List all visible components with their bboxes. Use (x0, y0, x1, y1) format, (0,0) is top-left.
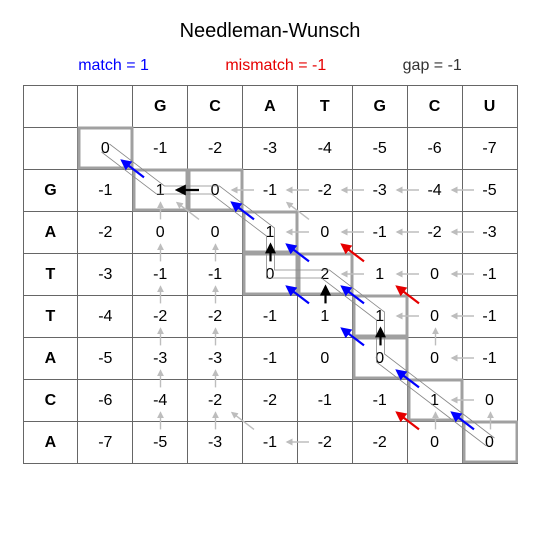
dp-cell: -1 (133, 128, 188, 170)
dp-cell: -2 (352, 422, 407, 464)
dp-cell: 1 (352, 296, 407, 338)
dp-cell: -1 (188, 254, 243, 296)
col-header: C (188, 86, 243, 128)
dp-cell: 0 (188, 170, 243, 212)
page-title: Needleman-Wunsch (20, 20, 520, 43)
dp-cell: 1 (352, 254, 407, 296)
col-header: G (133, 86, 188, 128)
dp-cell: -6 (78, 380, 133, 422)
row-header: T (23, 296, 78, 338)
dp-cell: 0 (407, 296, 462, 338)
row-header: A (23, 338, 78, 380)
dp-cell: 0 (352, 338, 407, 380)
dp-cell: -1 (243, 170, 298, 212)
row-header: A (23, 212, 78, 254)
dp-cell: -3 (188, 338, 243, 380)
dp-cell: 0 (462, 380, 517, 422)
dp-cell: -1 (352, 380, 407, 422)
row-header (23, 128, 78, 170)
legend-mismatch: mismatch = -1 (225, 57, 326, 75)
dp-cell: -5 (78, 338, 133, 380)
dp-cell: -2 (78, 212, 133, 254)
dp-cell: 0 (78, 128, 133, 170)
dp-cell: 1 (407, 380, 462, 422)
dp-cell: -2 (243, 380, 298, 422)
dp-cell: -2 (297, 170, 352, 212)
dp-cell: 0 (407, 338, 462, 380)
dp-cell: -5 (462, 170, 517, 212)
dp-cell: -3 (78, 254, 133, 296)
dp-grid-wrap: GCATGCU0-1-2-3-4-5-6-7G-110-1-2-3-4-5A-2… (23, 85, 518, 464)
dp-cell: -5 (352, 128, 407, 170)
dp-cell: -4 (78, 296, 133, 338)
dp-cell: -3 (133, 338, 188, 380)
col-header: U (462, 86, 517, 128)
dp-cell: -6 (407, 128, 462, 170)
scoring-legend: match = 1 mismatch = -1 gap = -1 (20, 57, 520, 75)
dp-cell: 1 (243, 212, 298, 254)
dp-cell: 0 (297, 212, 352, 254)
dp-cell: 1 (297, 296, 352, 338)
dp-cell: -2 (133, 296, 188, 338)
dp-cell: -1 (243, 338, 298, 380)
col-header: G (352, 86, 407, 128)
dp-cell: -2 (297, 422, 352, 464)
dp-cell: -1 (243, 422, 298, 464)
col-header (23, 86, 78, 128)
dp-cell: -3 (188, 422, 243, 464)
dp-cell: -3 (462, 212, 517, 254)
legend-gap: gap = -1 (403, 57, 462, 75)
dp-cell: 0 (133, 212, 188, 254)
dp-cell: -2 (407, 212, 462, 254)
dp-cell: 0 (188, 212, 243, 254)
row-header: A (23, 422, 78, 464)
dp-cell: -4 (407, 170, 462, 212)
dp-cell: -2 (188, 296, 243, 338)
dp-cell: -1 (133, 254, 188, 296)
dp-cell: -1 (243, 296, 298, 338)
col-header (78, 86, 133, 128)
col-header: T (297, 86, 352, 128)
dp-cell: -1 (297, 380, 352, 422)
dp-cell: -2 (188, 380, 243, 422)
legend-match: match = 1 (78, 57, 149, 75)
dp-cell: 0 (297, 338, 352, 380)
dp-cell: -1 (78, 170, 133, 212)
dp-cell: -3 (352, 170, 407, 212)
dp-cell: -4 (133, 380, 188, 422)
dp-cell: 0 (407, 254, 462, 296)
dp-cell: -1 (352, 212, 407, 254)
dp-cell: -1 (462, 254, 517, 296)
dp-cell: -7 (78, 422, 133, 464)
dp-cell: 2 (297, 254, 352, 296)
dp-cell: -7 (462, 128, 517, 170)
dp-cell: -1 (462, 338, 517, 380)
row-header: C (23, 380, 78, 422)
dp-cell: -3 (243, 128, 298, 170)
col-header: A (243, 86, 298, 128)
dp-cell: -5 (133, 422, 188, 464)
dp-cell: -4 (297, 128, 352, 170)
row-header: T (23, 254, 78, 296)
dp-matrix-table: GCATGCU0-1-2-3-4-5-6-7G-110-1-2-3-4-5A-2… (23, 85, 518, 464)
dp-cell: 1 (133, 170, 188, 212)
dp-cell: -2 (188, 128, 243, 170)
dp-cell: 0 (243, 254, 298, 296)
col-header: C (407, 86, 462, 128)
dp-cell: -1 (462, 296, 517, 338)
row-header: G (23, 170, 78, 212)
dp-cell: 0 (462, 422, 517, 464)
dp-cell: 0 (407, 422, 462, 464)
